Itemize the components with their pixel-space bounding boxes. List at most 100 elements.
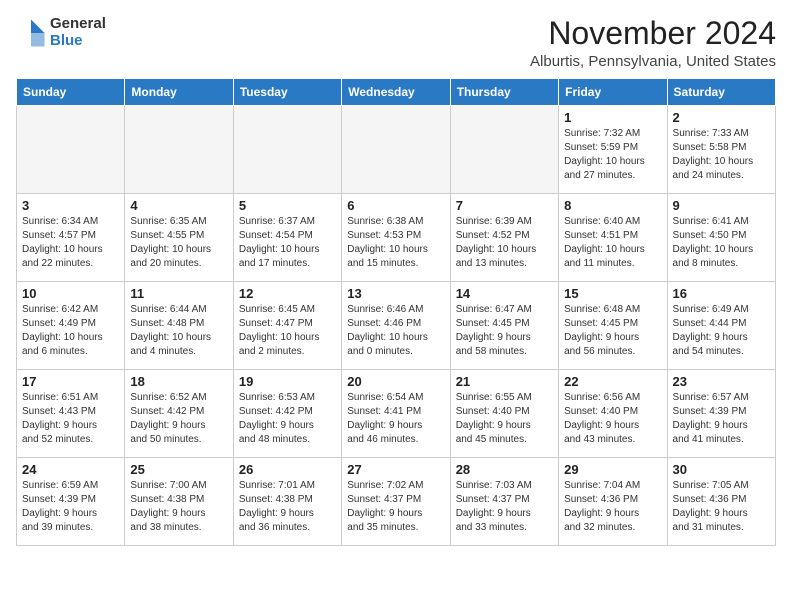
calendar-cell: 11 Sunrise: 6:44 AMSunset: 4:48 PMDayligh… [125,282,233,370]
calendar-cell: 23 Sunrise: 6:57 AMSunset: 4:39 PMDayligh… [667,370,775,458]
logo-general-text: General [50,16,106,33]
week-row-1: 3 Sunrise: 6:34 AMSunset: 4:57 PMDaylight… [17,194,776,282]
location-subtitle: Alburtis, Pennsylvania, United States [530,53,776,70]
day-detail: Sunrise: 7:04 AMSunset: 4:36 PMDaylight:… [564,479,661,535]
day-number: 3 [22,198,119,213]
calendar-cell [233,106,341,194]
calendar-cell [342,106,450,194]
day-number: 5 [239,198,336,213]
calendar-cell: 30Sunrise: 7:05 AMSunset: 4:36 PMDayligh… [667,458,775,546]
day-detail: Sunrise: 6:54 AMSunset: 4:41 PMDaylight:… [347,391,444,447]
day-number: 19 [239,374,336,389]
day-number: 14 [456,286,553,301]
day-detail: Sunrise: 6:35 AMSunset: 4:55 PMDaylight:… [130,215,227,271]
day-detail: Sunrise: 6:48 AMSunset: 4:45 PMDaylight:… [564,303,661,359]
calendar-cell: 7 Sunrise: 6:39 AMSunset: 4:52 PMDaylight… [450,194,558,282]
day-detail: Sunrise: 6:56 AMSunset: 4:40 PMDaylight:… [564,391,661,447]
day-number: 27 [347,462,444,477]
calendar-cell: 17 Sunrise: 6:51 AMSunset: 4:43 PMDayligh… [17,370,125,458]
day-number: 16 [673,286,770,301]
day-detail: Sunrise: 6:44 AMSunset: 4:48 PMDaylight:… [130,303,227,359]
day-detail: Sunrise: 6:45 AMSunset: 4:47 PMDaylight:… [239,303,336,359]
day-detail: Sunrise: 7:33 AMSunset: 5:58 PMDaylight:… [673,127,770,183]
calendar-cell [17,106,125,194]
week-row-2: 10 Sunrise: 6:42 AMSunset: 4:49 PMDayligh… [17,282,776,370]
calendar-cell: 3 Sunrise: 6:34 AMSunset: 4:57 PMDaylight… [17,194,125,282]
day-detail: Sunrise: 6:39 AMSunset: 4:52 PMDaylight:… [456,215,553,271]
day-number: 13 [347,286,444,301]
day-number: 8 [564,198,661,213]
calendar-cell: 9 Sunrise: 6:41 AMSunset: 4:50 PMDaylight… [667,194,775,282]
day-detail: Sunrise: 6:46 AMSunset: 4:46 PMDaylight:… [347,303,444,359]
week-row-4: 24 Sunrise: 6:59 AMSunset: 4:39 PMDayligh… [17,458,776,546]
day-detail: Sunrise: 6:52 AMSunset: 4:42 PMDaylight:… [130,391,227,447]
logo-blue-text: Blue [50,33,106,50]
calendar-body: 1Sunrise: 7:32 AMSunset: 5:59 PMDaylight… [17,106,776,546]
logo-text: General Blue [50,16,106,49]
week-row-0: 1Sunrise: 7:32 AMSunset: 5:59 PMDaylight… [17,106,776,194]
day-detail: Sunrise: 6:41 AMSunset: 4:50 PMDaylight:… [673,215,770,271]
day-detail: Sunrise: 6:51 AMSunset: 4:43 PMDaylight:… [22,391,119,447]
day-number: 29 [564,462,661,477]
title-block: November 2024 Alburtis, Pennsylvania, Un… [530,16,776,70]
day-number: 11 [130,286,227,301]
logo-icon [16,18,46,48]
logo: General Blue [16,16,106,49]
day-number: 7 [456,198,553,213]
header-day-saturday: Saturday [667,79,775,106]
calendar-cell: 22 Sunrise: 6:56 AMSunset: 4:40 PMDayligh… [559,370,667,458]
calendar-cell [450,106,558,194]
day-number: 4 [130,198,227,213]
day-detail: Sunrise: 7:05 AMSunset: 4:36 PMDaylight:… [673,479,770,535]
day-number: 22 [564,374,661,389]
calendar-cell: 20 Sunrise: 6:54 AMSunset: 4:41 PMDayligh… [342,370,450,458]
calendar-cell: 24 Sunrise: 6:59 AMSunset: 4:39 PMDayligh… [17,458,125,546]
calendar-header: SundayMondayTuesdayWednesdayThursdayFrid… [17,79,776,106]
header-day-tuesday: Tuesday [233,79,341,106]
calendar-cell: 1Sunrise: 7:32 AMSunset: 5:59 PMDaylight… [559,106,667,194]
day-number: 15 [564,286,661,301]
calendar-cell: 13 Sunrise: 6:46 AMSunset: 4:46 PMDayligh… [342,282,450,370]
month-title: November 2024 [530,16,776,51]
day-number: 18 [130,374,227,389]
calendar-cell: 6 Sunrise: 6:38 AMSunset: 4:53 PMDaylight… [342,194,450,282]
day-detail: Sunrise: 6:47 AMSunset: 4:45 PMDaylight:… [456,303,553,359]
day-detail: Sunrise: 6:59 AMSunset: 4:39 PMDaylight:… [22,479,119,535]
day-number: 10 [22,286,119,301]
calendar-cell: 21Sunrise: 6:55 AMSunset: 4:40 PMDayligh… [450,370,558,458]
day-detail: Sunrise: 6:55 AMSunset: 4:40 PMDaylight:… [456,391,553,447]
week-row-3: 17 Sunrise: 6:51 AMSunset: 4:43 PMDayligh… [17,370,776,458]
day-number: 24 [22,462,119,477]
day-number: 17 [22,374,119,389]
day-number: 20 [347,374,444,389]
day-number: 23 [673,374,770,389]
day-detail: Sunrise: 6:42 AMSunset: 4:49 PMDaylight:… [22,303,119,359]
calendar-cell: 10 Sunrise: 6:42 AMSunset: 4:49 PMDayligh… [17,282,125,370]
calendar-cell: 2 Sunrise: 7:33 AMSunset: 5:58 PMDaylight… [667,106,775,194]
calendar-cell: 5Sunrise: 6:37 AMSunset: 4:54 PMDaylight… [233,194,341,282]
day-detail: Sunrise: 7:32 AMSunset: 5:59 PMDaylight:… [564,127,661,183]
day-detail: Sunrise: 6:49 AMSunset: 4:44 PMDaylight:… [673,303,770,359]
day-number: 28 [456,462,553,477]
calendar-cell [125,106,233,194]
calendar-cell: 19 Sunrise: 6:53 AMSunset: 4:42 PMDayligh… [233,370,341,458]
day-number: 26 [239,462,336,477]
day-number: 6 [347,198,444,213]
header-day-monday: Monday [125,79,233,106]
header-day-thursday: Thursday [450,79,558,106]
calendar-cell: 15 Sunrise: 6:48 AMSunset: 4:45 PMDayligh… [559,282,667,370]
page-header: General Blue November 2024 Alburtis, Pen… [16,16,776,70]
calendar-cell: 27 Sunrise: 7:02 AMSunset: 4:37 PMDayligh… [342,458,450,546]
day-detail: Sunrise: 6:57 AMSunset: 4:39 PMDaylight:… [673,391,770,447]
header-day-wednesday: Wednesday [342,79,450,106]
day-detail: Sunrise: 6:34 AMSunset: 4:57 PMDaylight:… [22,215,119,271]
day-detail: Sunrise: 7:02 AMSunset: 4:37 PMDaylight:… [347,479,444,535]
day-number: 12 [239,286,336,301]
calendar-cell: 18 Sunrise: 6:52 AMSunset: 4:42 PMDayligh… [125,370,233,458]
day-detail: Sunrise: 6:38 AMSunset: 4:53 PMDaylight:… [347,215,444,271]
day-detail: Sunrise: 6:40 AMSunset: 4:51 PMDaylight:… [564,215,661,271]
day-detail: Sunrise: 7:00 AMSunset: 4:38 PMDaylight:… [130,479,227,535]
day-number: 9 [673,198,770,213]
day-detail: Sunrise: 6:53 AMSunset: 4:42 PMDaylight:… [239,391,336,447]
day-number: 2 [673,110,770,125]
